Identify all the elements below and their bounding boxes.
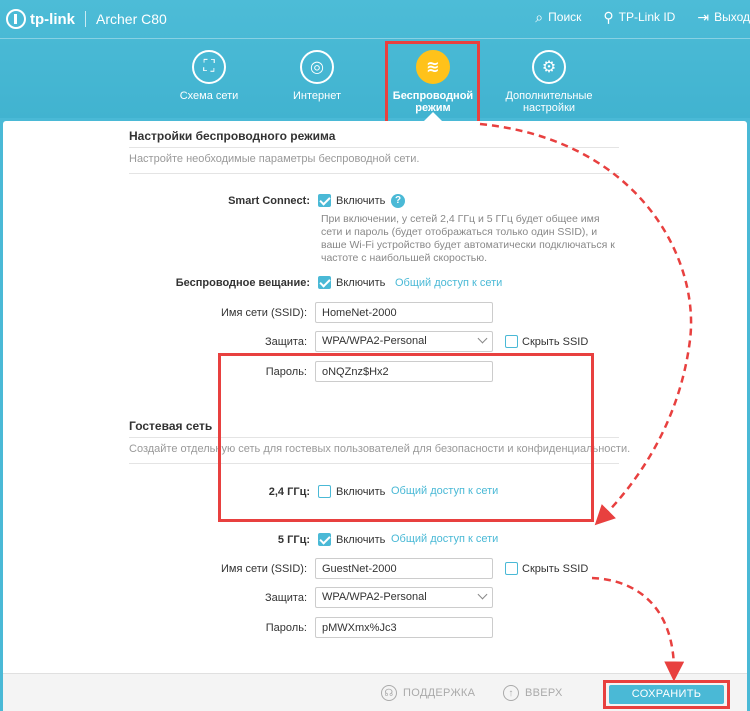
logo-separator [85,11,86,27]
ssid-label: Имя сети (SSID): [220,307,307,319]
guest-ssid-input[interactable] [315,558,493,579]
brand-logo[interactable]: tp-link Archer C80 [6,9,167,29]
tab-network-map-label: Схема сети [179,90,239,102]
top-header: tp-link Archer C80 ⌕ Поиск ⚲ TP-Link ID … [0,0,750,118]
security-label: Защита: [264,336,307,348]
band-24-share-link[interactable]: Общий доступ к сети [391,485,498,497]
password-input[interactable] [315,361,493,382]
wireless-settings-desc: Настройте необходимые параметры беспрово… [129,153,420,165]
smart-connect-enable-label: Включить [336,195,386,207]
help-icon[interactable]: ? [391,194,405,208]
active-tab-pointer [424,112,442,121]
band-24-label: 2,4 ГГц: [268,486,310,498]
guest-security-label: Защита: [264,592,307,604]
tp-link-id-label: TP-Link ID [618,10,676,24]
guest-password-input[interactable] [315,617,493,638]
tab-internet[interactable]: ◎ Интернет [258,42,376,102]
header-divider [0,38,750,39]
logout-icon: ⇥ [697,9,710,25]
guest-hide-ssid-label: Скрыть SSID [522,563,589,575]
guest-ssid-label: Имя сети (SSID): [220,563,307,575]
gear-icon: ⚙ [532,50,566,84]
back-to-top-label: ВВЕРХ [525,687,563,699]
share-network-link[interactable]: Общий доступ к сети [395,277,502,289]
tab-wireless-label: Беспроводной режим [392,90,474,114]
broadcast-checkbox[interactable] [318,276,331,289]
guest-hide-ssid-checkbox[interactable] [505,562,518,575]
guest-password-label: Пароль: [265,622,307,634]
globe-icon: ◎ [300,50,334,84]
band-5-share-link[interactable]: Общий доступ к сети [391,533,498,545]
band-5-checkbox[interactable] [318,533,331,546]
arrow-up-icon: ↑ [503,685,519,701]
network-map-icon: ⛶ [192,50,226,84]
tab-advanced[interactable]: ⚙ Дополнительные настройки [490,42,608,114]
tab-wireless[interactable]: ≋ Беспроводной режим [374,42,492,114]
top-links: ⌕ Поиск ⚲ TP-Link ID ⇥ Выход [535,10,750,24]
tab-internet-label: Интернет [293,90,341,102]
password-label: Пароль: [265,366,307,378]
band-5-label: 5 ГГц: [277,534,310,546]
logout-label: Выход [714,10,750,24]
brand-name: tp-link [30,10,75,28]
band-24-enable-label: Включить [336,486,386,498]
chevron-down-icon [477,333,488,344]
guest-network-desc: Создайте отдельную сеть для гостевых пол… [129,443,631,455]
back-to-top-button[interactable]: ↑ ВВЕРХ [503,685,563,701]
hide-ssid-checkbox[interactable] [505,335,518,348]
save-button[interactable]: СОХРАНИТЬ [609,685,724,704]
tab-network-map[interactable]: ⛶ Схема сети [150,42,268,102]
tp-link-logo-icon [6,9,26,29]
hide-ssid-label: Скрыть SSID [522,336,589,348]
search-icon: ⌕ [535,9,544,25]
model-name: Archer C80 [96,11,167,27]
smart-connect-checkbox[interactable] [318,194,331,207]
main-tabs: ⛶ Схема сети ◎ Интернет ≋ Беспроводной р… [150,42,620,122]
content-panel: Настройки беспроводного режима Настройте… [3,121,747,673]
guest-title-divider [129,437,619,438]
support-button[interactable]: ☊ ПОДДЕРЖКА [381,685,475,701]
guest-network-title: Гостевая сеть [129,419,213,433]
band-5-enable-label: Включить [336,534,386,546]
tab-advanced-label: Дополнительные настройки [505,90,593,114]
headset-icon: ☊ [381,685,397,701]
broadcast-enable-label: Включить [336,277,386,289]
footer-bar: ☊ ПОДДЕРЖКА ↑ ВВЕРХ СОХРАНИТЬ [3,673,747,711]
broadcast-label: Беспроводное вещание: [175,277,310,289]
wireless-settings-title: Настройки беспроводного режима [129,129,336,143]
support-label: ПОДДЕРЖКА [403,687,476,699]
chevron-down-icon [477,589,488,600]
guest-security-select[interactable]: WPA/WPA2-Personal [315,587,493,608]
search-link[interactable]: ⌕ Поиск [535,10,581,24]
guest-desc-divider [129,463,619,464]
guest-security-value: WPA/WPA2-Personal [322,591,427,603]
wifi-icon: ≋ [416,50,450,84]
ssid-input[interactable] [315,302,493,323]
security-select[interactable]: WPA/WPA2-Personal [315,331,493,352]
highlight-save-button: СОХРАНИТЬ [603,680,730,709]
wireless-desc-divider [129,173,619,174]
smart-connect-label: Smart Connect: [228,195,310,207]
smart-connect-note: При включении, у сетей 2,4 ГГц и 5 ГГц б… [321,213,615,264]
logout-link[interactable]: ⇥ Выход [697,10,750,24]
band-24-checkbox[interactable] [318,485,331,498]
search-label: Поиск [548,10,582,24]
user-id-icon: ⚲ [603,9,614,25]
tp-link-id-link[interactable]: ⚲ TP-Link ID [603,10,675,24]
wireless-title-divider [129,147,619,148]
security-value: WPA/WPA2-Personal [322,335,427,347]
